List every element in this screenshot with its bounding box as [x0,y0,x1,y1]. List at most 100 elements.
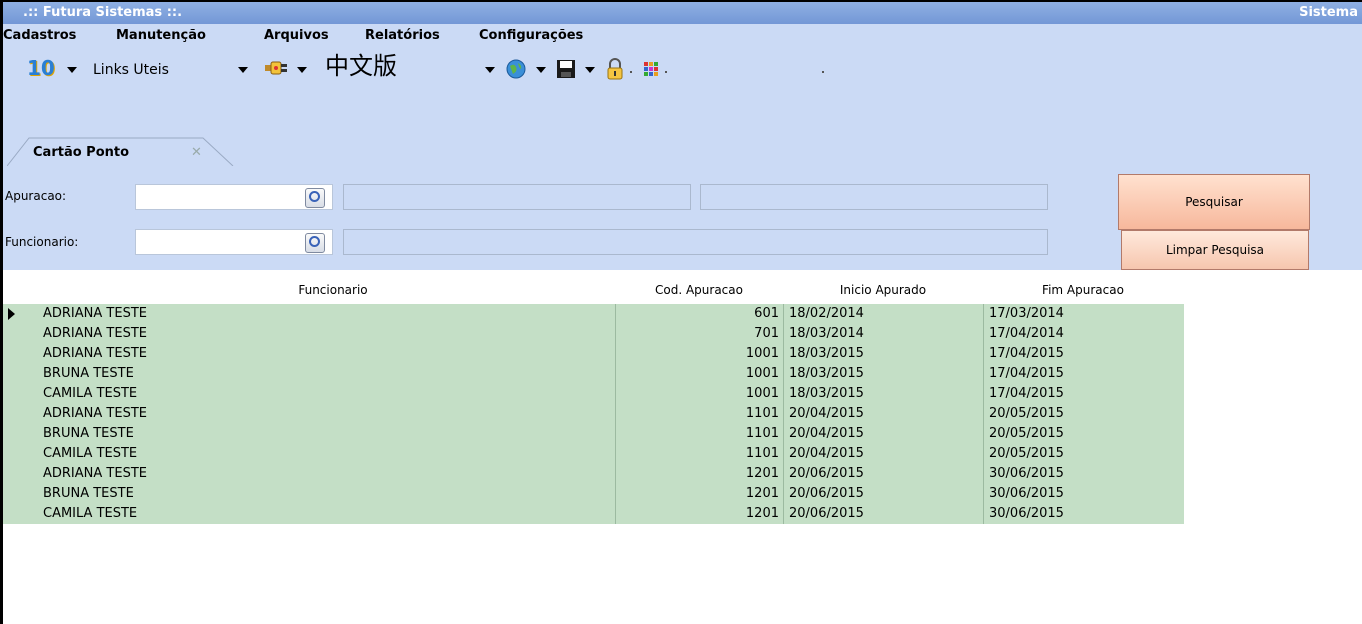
close-icon[interactable]: ✕ [191,145,202,160]
chevron-down-icon[interactable] [297,67,307,73]
links-uteis-button[interactable]: Links Uteis [93,58,169,82]
cell-cod-apuracao: 1101 [745,406,779,421]
save-icon[interactable] [556,59,576,83]
cell-fim-apuracao: 20/05/2015 [989,406,1064,421]
row-header[interactable] [3,344,36,364]
cell-funcionario: BRUNA TESTE [43,366,134,381]
column-divider [783,424,784,444]
table-row[interactable]: BRUNA TESTE 1101 20/04/2015 20/05/2015 [3,424,1184,444]
chevron-down-icon[interactable] [585,67,595,73]
separator-dot [630,71,632,73]
row-header[interactable] [3,384,36,404]
window-title-right: Sistema [1299,5,1358,20]
lock-icon[interactable] [606,58,624,82]
column-divider [983,404,984,424]
cell-inicio-apurado: 20/04/2015 [789,426,864,441]
cell-funcionario: ADRIANA TESTE [43,326,147,341]
toolbar: 10 Links Uteis 中文版 [3,50,1362,90]
apuracao-input[interactable] [135,184,333,210]
globe-icon[interactable] [506,59,526,83]
column-header-cod-apuracao[interactable]: Cod. Apuracao [615,283,783,297]
row-header[interactable] [3,444,36,464]
chevron-down-icon[interactable] [536,67,546,73]
cell-inicio-apurado: 18/03/2015 [789,366,864,381]
cell-fim-apuracao: 17/03/2014 [989,306,1064,321]
cell-cod-apuracao: 701 [754,326,779,341]
table-row[interactable]: CAMILA TESTE 1001 18/03/2015 17/04/2015 [3,384,1184,404]
table-row[interactable]: ADRIANA TESTE 701 18/03/2014 17/04/2014 [3,324,1184,344]
row-header[interactable] [3,324,36,344]
column-divider [783,444,784,464]
menu-relatorios[interactable]: Relatórios [365,28,440,43]
cell-funcionario: CAMILA TESTE [43,386,138,401]
search-icon[interactable] [305,233,325,253]
cell-cod-apuracao: 1201 [745,466,779,481]
funcionario-label: Funcionario: [5,235,79,249]
menu-arquivos[interactable]: Arquivos [264,28,329,43]
funcionario-input[interactable] [135,229,333,255]
column-header-fim-apuracao[interactable]: Fim Apuracao [983,283,1183,297]
chevron-down-icon[interactable] [67,67,77,73]
column-divider [983,484,984,504]
column-divider [783,464,784,484]
separator-dot [665,71,667,73]
tab-strip: Cartão Ponto ✕ [3,90,1362,174]
chinese-version-button[interactable]: 中文版 [325,54,397,78]
cell-cod-apuracao: 1001 [745,346,779,361]
chevron-down-icon[interactable] [238,67,248,73]
table-row[interactable]: CAMILA TESTE 1101 20/04/2015 20/05/2015 [3,444,1184,464]
cell-inicio-apurado: 20/06/2015 [789,466,864,481]
column-header-inicio-apurado[interactable]: Inicio Apurado [783,283,983,297]
table-row[interactable]: BRUNA TESTE 1001 18/03/2015 17/04/2015 [3,364,1184,384]
table-row[interactable]: ADRIANA TESTE 1201 20/06/2015 30/06/2015 [3,464,1184,484]
row-header[interactable] [3,464,36,484]
column-divider [783,484,784,504]
cell-fim-apuracao: 20/05/2015 [989,426,1064,441]
filter-panel: Apuracao: Funcionario: Pesquisar Limpar … [3,174,1362,270]
cell-fim-apuracao: 20/05/2015 [989,446,1064,461]
cell-fim-apuracao: 17/04/2015 [989,366,1064,381]
version-icon[interactable]: 10 [27,56,55,80]
results-grid: Funcionario Cod. Apuracao Inicio Apurado… [3,270,1362,624]
cell-funcionario: ADRIANA TESTE [43,306,147,321]
menu-manutencao[interactable]: Manutenção [116,28,206,43]
cell-inicio-apurado: 18/03/2015 [789,346,864,361]
cell-inicio-apurado: 20/04/2015 [789,446,864,461]
funcionario-name-field [343,229,1048,255]
search-button[interactable]: Pesquisar [1118,174,1310,230]
cell-fim-apuracao: 30/06/2015 [989,506,1064,521]
column-divider [783,344,784,364]
row-header[interactable] [3,484,36,504]
menu-bar: Cadastros Manutenção Arquivos Relatórios… [3,24,1362,50]
apuracao-period-field [700,184,1048,210]
menu-cadastros[interactable]: Cadastros [3,28,76,43]
column-header-funcionario[interactable]: Funcionario [233,283,433,297]
search-icon[interactable] [305,188,325,208]
row-header[interactable] [3,424,36,444]
row-header[interactable] [3,404,36,424]
clear-search-button[interactable]: Limpar Pesquisa [1121,230,1309,270]
column-divider [783,364,784,384]
chevron-down-icon[interactable] [485,67,495,73]
cell-inicio-apurado: 20/06/2015 [789,506,864,521]
application-window: .:: Futura Sistemas ::. Sistema Cadastro… [0,0,1362,624]
table-row[interactable]: BRUNA TESTE 1201 20/06/2015 30/06/2015 [3,484,1184,504]
table-row[interactable]: CAMILA TESTE 1201 20/06/2015 30/06/2015 [3,504,1184,524]
plug-icon[interactable] [263,59,289,83]
table-row[interactable]: ADRIANA TESTE 601 18/02/2014 17/03/2014 [3,304,1184,324]
row-header[interactable] [3,504,36,524]
cell-fim-apuracao: 17/04/2015 [989,386,1064,401]
row-header[interactable] [3,364,36,384]
cell-cod-apuracao: 1201 [745,486,779,501]
cell-inicio-apurado: 18/02/2014 [789,306,864,321]
cell-cod-apuracao: 1101 [745,446,779,461]
menu-configuracoes[interactable]: Configurações [479,28,583,43]
table-row[interactable]: ADRIANA TESTE 1101 20/04/2015 20/05/2015 [3,404,1184,424]
window-title: .:: Futura Sistemas ::. [23,5,183,20]
table-row[interactable]: ADRIANA TESTE 1001 18/03/2015 17/04/2015 [3,344,1184,364]
cell-fim-apuracao: 17/04/2014 [989,326,1064,341]
apps-grid-icon[interactable] [643,61,659,85]
cell-cod-apuracao: 1001 [745,386,779,401]
cell-funcionario: CAMILA TESTE [43,506,138,521]
tab-cartao-ponto[interactable]: Cartão Ponto ✕ [7,134,237,166]
